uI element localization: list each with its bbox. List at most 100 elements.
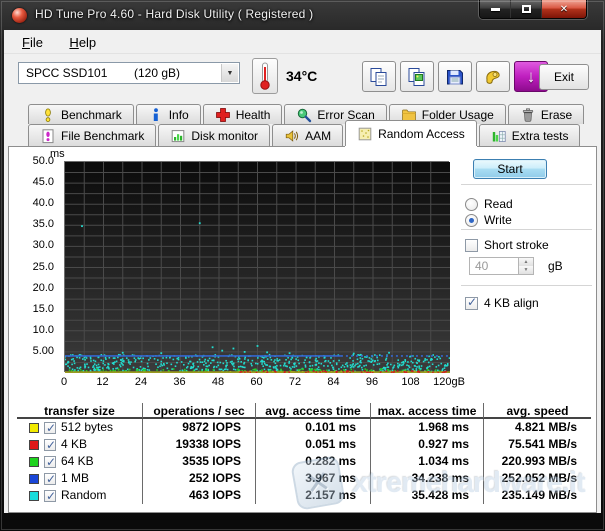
series-swatch [29,440,39,450]
series-checkbox[interactable] [44,456,56,468]
save-button[interactable] [438,61,472,92]
drive-name: SPCC SSD101 [26,66,134,80]
file-benchmark-icon [40,128,56,144]
copy-text-button[interactable] [362,61,396,92]
series-checkbox[interactable] [44,422,56,434]
tab-file-benchmark[interactable]: File Benchmark [28,124,156,146]
capacity-spinner: 40 ▲ ▼ gB [469,257,563,275]
temperature-value: 34°C [286,68,317,84]
tab-label: AAM [305,129,331,143]
y-tick-label: 5.00 [33,345,54,357]
results-table: transfer size operations / sec avg. acce… [17,403,593,504]
copy-image-button[interactable] [400,61,434,92]
tab-aam[interactable]: AAM [272,124,343,146]
minimize-button[interactable] [480,0,510,18]
max-access-value: 34.238 ms [371,470,484,487]
options-button[interactable] [476,61,510,92]
minimize-icon [491,8,500,11]
y-tick-label: 45.0 [33,176,54,188]
max-access-value: 1.034 ms [371,453,484,470]
max-access-value: 35.428 ms [371,487,484,504]
close-button[interactable]: ✕ [542,0,586,18]
tab-benchmark[interactable]: Benchmark [28,104,134,124]
align-option[interactable]: 4 KB align [465,296,539,310]
x-tick-label: 36 [173,376,185,388]
read-label: Read [484,197,513,211]
tab-row-1: Benchmark Info Health [28,103,584,124]
align-label: 4 KB align [484,296,539,310]
toolbar-buttons: ↓ [362,61,548,92]
tab-label: Health [236,108,271,122]
series-label: 4 KB [61,436,87,453]
short-stroke-label: Short stroke [484,238,549,252]
col-header-avg-access: avg. access time [256,403,371,419]
chevron-down-icon[interactable]: ▼ [221,64,238,82]
spinner-buttons: ▲ ▼ [519,257,534,275]
thermometer-icon [256,61,274,91]
align-checkbox[interactable] [465,297,478,310]
short-stroke-option[interactable]: Short stroke [465,238,549,252]
avg-access-value: 3.967 ms [256,470,371,487]
y-tick-label: 15.0 [33,303,54,315]
series-checkbox[interactable] [44,490,56,502]
menu-help[interactable]: Help [65,34,100,51]
x-tick-label: 60 [250,376,262,388]
ops-value: 463 IOPS [143,487,256,504]
table-row: 64 KB [17,453,143,470]
download-icon: ↓ [527,68,536,85]
access-time-plot [64,161,449,372]
series-checkbox[interactable] [44,439,56,451]
read-option[interactable]: Read [465,197,513,211]
drive-select[interactable]: SPCC SSD101 (120 gB) ▼ [18,62,240,84]
write-label: Write [484,213,512,227]
tab-info[interactable]: Info [136,104,201,124]
client-area: File Help SPCC SSD101 (120 gB) ▼ 34°C [4,30,601,513]
col-header-max-access: max. access time [371,403,484,419]
max-access-value: 1.968 ms [371,419,484,436]
tab-disk-monitor[interactable]: Disk monitor [158,124,270,146]
app-window: HD Tune Pro 4.60 - Hard Disk Utility ( R… [0,0,605,531]
temperature-button[interactable] [252,58,278,94]
extra-tests-icon [491,128,507,144]
avg-speed-value: 235.149 MB/s [484,487,591,504]
y-tick-label: 35.0 [33,218,54,230]
start-button[interactable]: Start [473,159,547,179]
tab-erase[interactable]: Erase [508,104,584,124]
tab-label: Disk monitor [191,129,258,143]
x-tick-label: 84 [327,376,339,388]
series-checkbox[interactable] [44,473,56,485]
short-stroke-checkbox[interactable] [465,239,478,252]
spin-down-icon[interactable]: ▼ [519,266,533,274]
app-icon [12,8,27,23]
write-radio[interactable] [465,214,478,227]
x-tick-label: 96 [366,376,378,388]
x-tick-label: 0 [61,376,67,388]
y-tick-label: 20.0 [33,282,54,294]
avg-speed-value: 4.821 MB/s [484,419,591,436]
menu-file[interactable]: File [18,34,47,51]
series-label: 64 KB [61,453,94,470]
tab-label: Erase [541,108,572,122]
titlebar[interactable]: HD Tune Pro 4.60 - Hard Disk Utility ( R… [0,0,605,30]
tabstrip: Benchmark Info Health [4,99,601,146]
tab-extra-tests[interactable]: Extra tests [479,124,581,146]
tab-random-access[interactable]: Random Access [345,120,477,146]
ops-value: 19338 IOPS [143,436,256,453]
y-tick-label: 40.0 [33,197,54,209]
avg-speed-value: 220.993 MB/s [484,453,591,470]
col-header-transfer-size: transfer size [17,403,143,419]
ops-value: 9872 IOPS [143,419,256,436]
spin-up-icon[interactable]: ▲ [519,258,533,266]
tab-health[interactable]: Health [203,104,283,124]
maximize-button[interactable] [511,0,541,18]
tab-label: Benchmark [61,108,122,122]
write-option[interactable]: Write [465,213,512,227]
exit-button[interactable]: Exit [539,64,589,90]
col-header-avg-speed: avg. speed [484,403,591,419]
avg-speed-value: 252.052 MB/s [484,470,591,487]
series-label: 1 MB [61,470,89,487]
ops-value: 252 IOPS [143,470,256,487]
capacity-input[interactable]: 40 [469,257,519,275]
y-tick-label: 25.0 [33,261,54,273]
read-radio[interactable] [465,198,478,211]
